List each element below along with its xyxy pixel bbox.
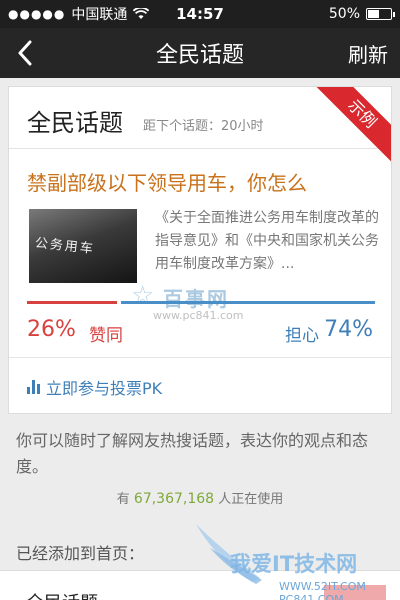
battery-icon <box>366 8 395 20</box>
agree-button[interactable]: 赞同 <box>89 321 123 346</box>
watermark-pc841: ☆ 百事网 www.pc841.com <box>127 281 267 333</box>
usage-prefix: 有 <box>116 492 130 507</box>
topic-headline[interactable]: 禁副部级以下领导用车，你怎么 <box>27 167 307 196</box>
vote-pk-link[interactable]: 立即参与投票PK <box>27 375 162 399</box>
usage-suffix: 人正在使用 <box>218 492 284 507</box>
battery-fill <box>368 10 379 18</box>
usage-line: 有 67,367,168 人正在使用 <box>0 488 400 507</box>
worry-bar <box>121 301 375 304</box>
bar-chart-icon <box>27 380 40 394</box>
topic-image-text: 公务用车 <box>34 235 96 258</box>
topic-description: 《关于全面推进公务用车制度改革的指导意见》和《中央和国家机关公务用车制度改革方案… <box>155 210 379 272</box>
signal-icon: ●●●●● <box>8 7 66 21</box>
next-topic-countdown: 距下个话题：20小时 <box>143 119 264 134</box>
agree-percent: 26% <box>27 317 76 342</box>
watermark-url: www.pc841.com <box>153 309 244 322</box>
refresh-button[interactable]: 刷新 <box>348 39 388 68</box>
wifi-icon <box>133 8 150 19</box>
home-topic-title: 全民话题 <box>26 589 98 600</box>
status-right: 50% <box>328 6 395 22</box>
topic-card: 全民话题 距下个话题：20小时 示例 禁副部级以下领导用车，你怎么 公务用车 《… <box>8 86 392 414</box>
added-to-home-label: 已经添加到首页： <box>16 544 145 563</box>
carrier-label: 中国联通 <box>71 7 128 23</box>
back-button[interactable] <box>10 36 40 70</box>
watermark-brand: 百事网 <box>163 287 229 311</box>
nav-bar: 全民话题 刷新 <box>0 28 400 78</box>
card-title: 全民话题 <box>27 109 123 137</box>
card-divider <box>9 357 391 358</box>
status-left: ●●●●● 中国联通 <box>8 4 150 24</box>
home-topic-badge <box>324 585 386 600</box>
agree-bar <box>27 301 117 304</box>
page-title: 全民话题 <box>155 43 244 68</box>
worry-button[interactable]: 担心 <box>285 321 319 346</box>
chevron-left-icon <box>18 40 32 66</box>
battery-percent: 50% <box>328 6 360 22</box>
intro-text: 你可以随时了解网友热搜话题，表达你的观点和态度。 <box>16 431 369 476</box>
worry-percent: 74% <box>324 317 373 342</box>
home-topic-card[interactable]: 全民话题 <box>0 570 400 600</box>
status-bar: ●●●●● 中国联通 14:57 50% <box>0 0 400 28</box>
topic-image[interactable]: 公务用车 <box>29 209 137 283</box>
star-icon: ☆ <box>131 281 155 311</box>
usage-count: 67,367,168 <box>133 491 215 507</box>
vote-pk-label: 立即参与投票PK <box>46 379 163 398</box>
